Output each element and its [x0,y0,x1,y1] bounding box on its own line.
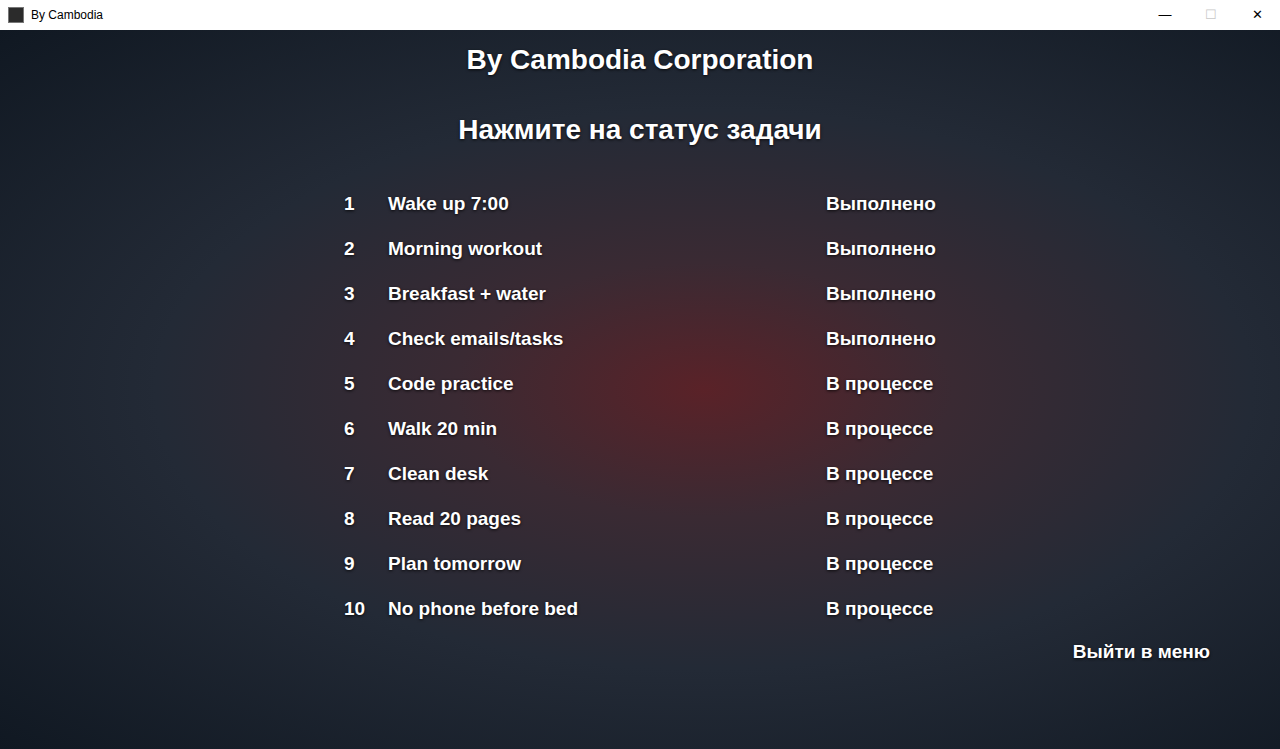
heading: By Cambodia Corporation [0,30,1280,77]
task-row: 5Code practiceВ процессе [340,362,950,407]
task-list: 1Wake up 7:00Выполнено2Morning workoutВы… [340,182,950,632]
task-status[interactable]: В процессе [826,595,950,624]
task-name: Code practice [388,370,826,399]
task-row: 1Wake up 7:00Выполнено [340,182,950,227]
task-number: 9 [340,550,388,579]
subtitle: Нажмите на статус задачи [0,113,1280,147]
task-number: 3 [340,280,388,309]
task-name: Breakfast + water [388,280,826,309]
window-controls: —☐✕ [1142,0,1280,30]
footer: Выйти в меню [0,638,1280,667]
task-row: 6Walk 20 minВ процессе [340,407,950,452]
window-control-button[interactable]: — [1142,0,1188,30]
task-number: 10 [340,595,388,624]
task-status[interactable]: Выполнено [826,280,950,309]
app-icon [8,7,24,23]
task-status[interactable]: В процессе [826,370,950,399]
task-row: 9Plan tomorrowВ процессе [340,542,950,587]
task-status[interactable]: В процессе [826,505,950,534]
task-name: Wake up 7:00 [388,190,826,219]
task-status[interactable]: В процессе [826,460,950,489]
task-name: Morning workout [388,235,826,264]
task-row: 7Clean deskВ процессе [340,452,950,497]
task-number: 4 [340,325,388,354]
task-number: 2 [340,235,388,264]
task-number: 8 [340,505,388,534]
content-area: By Cambodia Corporation Нажмите на статус… [0,30,1280,749]
app-window: By Cambodia —☐✕By Cambodia Corporation Наж… [0,0,1280,749]
task-name: No phone before bed [388,595,826,624]
task-row: 4Check emails/tasksВыполнено [340,317,950,362]
window-title: By Cambodia [31,6,103,24]
task-row: 3Breakfast + waterВыполнено [340,272,950,317]
task-name: Read 20 pages [388,505,826,534]
task-row: 10No phone before bedВ процессе [340,587,950,632]
task-name: Clean desk [388,460,826,489]
exit-menu-button[interactable]: Выйти в меню [1073,638,1210,667]
task-name: Check emails/tasks [388,325,826,354]
task-number: 7 [340,460,388,489]
task-row: 2Morning workoutВыполнено [340,227,950,272]
task-name: Walk 20 min [388,415,826,444]
title-bar: By Cambodia —☐✕ [0,0,1280,30]
window-control-button[interactable]: ✕ [1234,0,1280,30]
task-number: 1 [340,190,388,219]
task-row: 8Read 20 pagesВ процессе [340,497,950,542]
task-number: 5 [340,370,388,399]
task-name: Plan tomorrow [388,550,826,579]
task-number: 6 [340,415,388,444]
task-status[interactable]: В процессе [826,415,950,444]
task-status[interactable]: Выполнено [826,325,950,354]
task-status[interactable]: Выполнено [826,190,950,219]
task-status[interactable]: В процессе [826,550,950,579]
window-control-button: ☐ [1188,0,1234,30]
task-status[interactable]: Выполнено [826,235,950,264]
